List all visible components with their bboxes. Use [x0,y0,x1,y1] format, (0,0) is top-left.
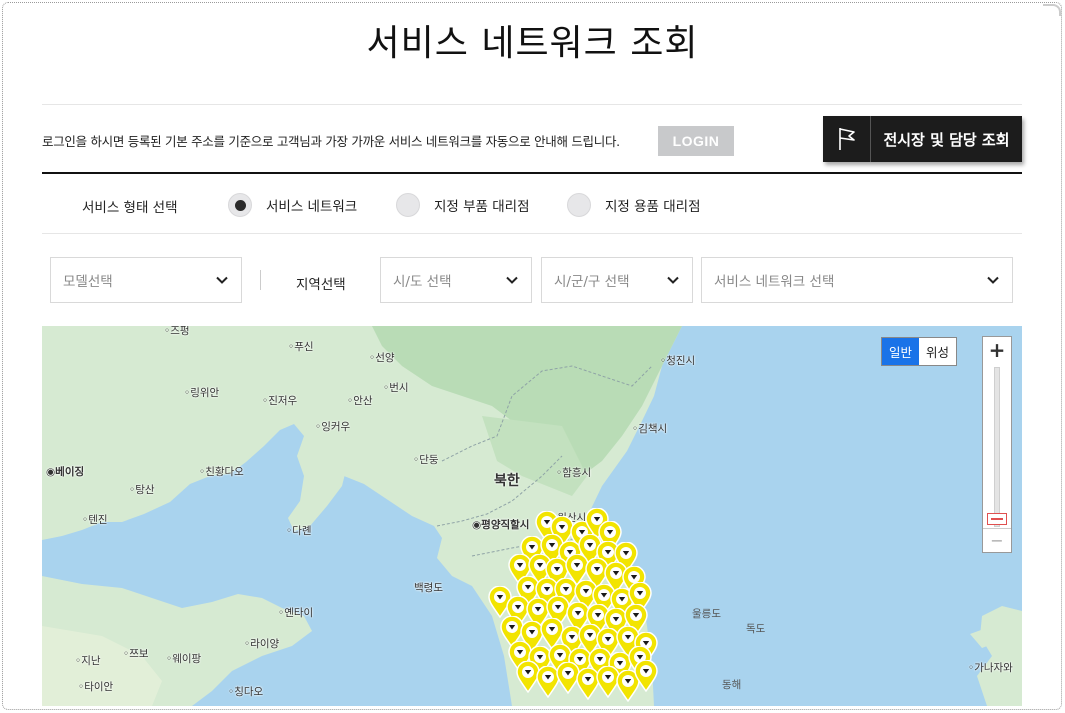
radio-label: 서비스 네트워크 [266,199,358,215]
chevron-down-icon [987,276,999,284]
login-message: 로그인을 하시면 등록된 기본 주소를 기준으로 고객님과 가장 가까운 서비스… [42,134,620,149]
radio-parts-dealer[interactable]: 지정 부품 대리점 [396,193,530,217]
zoom-control: + − [982,336,1012,553]
map-type-normal[interactable]: 일반 [882,338,920,365]
radio-circle [228,193,252,217]
chevron-down-icon [667,276,679,284]
zoom-in-button[interactable]: + [983,337,1011,363]
sido-select[interactable]: 시/도 선택 [380,257,532,303]
service-type-label: 서비스 형태 선택 [82,200,178,216]
radio-accessory-dealer[interactable]: 지정 용품 대리점 [567,193,701,217]
sigungu-select[interactable]: 시/군/구 선택 [541,257,693,303]
radio-label: 지정 용품 대리점 [605,199,701,215]
map-type-toggle: 일반 위성 [881,337,958,366]
page-title: 서비스 네트워크 조회 [366,23,699,64]
divider-mid [42,233,1022,234]
chevron-down-icon [506,276,518,284]
divider-top [42,104,1022,105]
zoom-slider-track[interactable] [994,367,1000,527]
showroom-search-button[interactable]: 전시장 및 담당 조회 [823,116,1022,162]
chevron-down-icon [216,276,228,284]
service-network-map[interactable]: ◦즈펑 ◦푸신 ◦선양 ◦번시 ◦안산 ◦청진시 ◦링위안 ◦진저우 ◦잉커우 … [42,326,1022,706]
flag-icon [823,116,871,162]
radio-service-network[interactable]: 서비스 네트워크 [228,193,357,217]
model-select-placeholder: 모델선택 [63,274,113,290]
filter-divider [260,270,261,290]
network-select[interactable]: 서비스 네트워크 선택 [701,257,1013,303]
radio-circle [567,193,591,217]
zoom-out-button[interactable]: − [983,528,1011,552]
map-type-satellite[interactable]: 위성 [919,338,956,365]
sigungu-select-placeholder: 시/군/구 선택 [554,274,630,290]
divider-dark [42,172,1022,174]
sido-select-placeholder: 시/도 선택 [393,274,452,290]
service-location-marker[interactable] [634,660,658,692]
region-label: 지역선택 [296,277,346,293]
showroom-search-label: 전시장 및 담당 조회 [883,130,1010,149]
radio-label: 지정 부품 대리점 [434,199,530,215]
radio-circle [396,193,420,217]
login-button[interactable]: LOGIN [658,126,734,156]
model-select[interactable]: 모델선택 [50,257,242,303]
network-select-placeholder: 서비스 네트워크 선택 [714,274,835,290]
zoom-slider-handle[interactable] [987,513,1007,525]
